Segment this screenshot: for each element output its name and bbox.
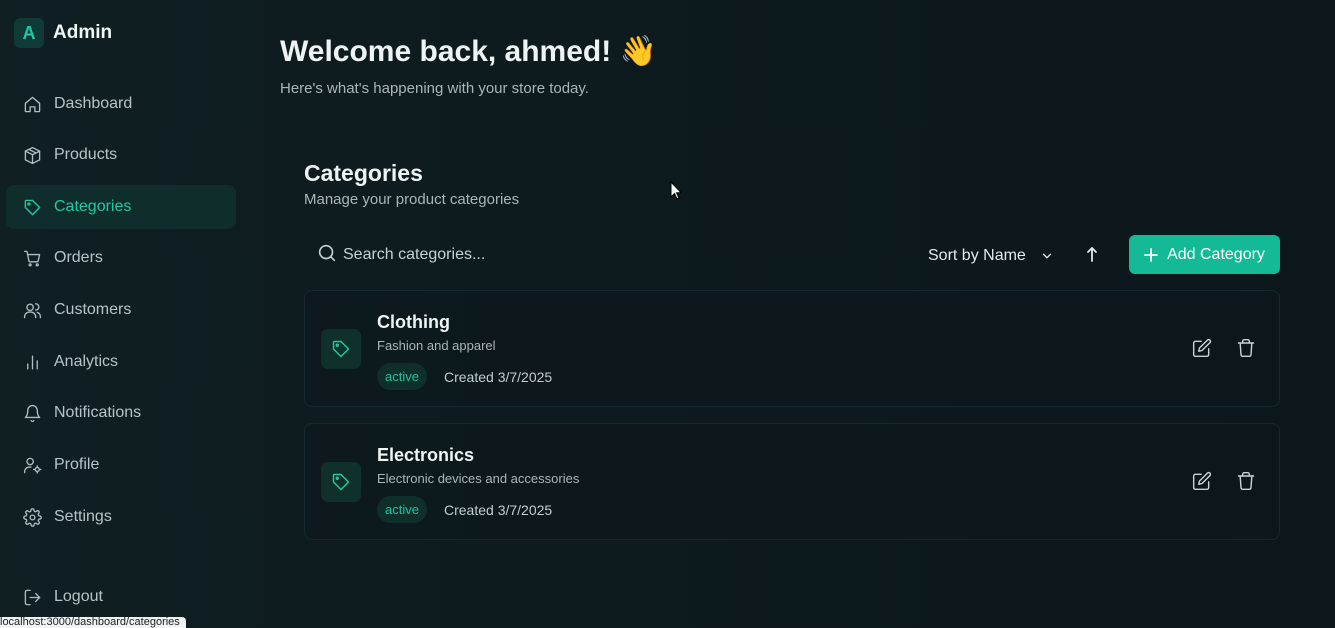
add-category-button[interactable]: Add Category [1129, 235, 1280, 274]
category-card: Clothing Fashion and apparel active Crea… [304, 290, 1280, 407]
cart-icon [22, 248, 42, 268]
tag-icon [321, 462, 361, 502]
sort-select[interactable]: Sort by Name [918, 238, 1054, 274]
sidebar-item-profile[interactable]: Profile [6, 443, 236, 487]
add-category-label: Add Category [1167, 245, 1265, 263]
logout-icon [22, 587, 42, 607]
sort-direction-button[interactable] [1078, 238, 1106, 274]
sidebar: A Admin Dashboard Products Categories Or… [0, 0, 250, 628]
tag-icon [321, 329, 361, 369]
bell-icon [22, 403, 42, 423]
category-description: Electronic devices and accessories [377, 471, 580, 486]
status-badge: active [377, 363, 427, 390]
page-title: Categories [304, 160, 423, 186]
sidebar-item-label: Categories [54, 198, 132, 215]
sidebar-item-label: Orders [54, 249, 103, 266]
brand-logo: A [14, 18, 44, 48]
edit-icon [1192, 471, 1212, 496]
sidebar-item-label: Customers [54, 301, 132, 318]
user-cog-icon [22, 455, 42, 475]
search-input[interactable] [343, 246, 703, 264]
tag-icon [22, 197, 42, 217]
sidebar-item-notifications[interactable]: Notifications [6, 391, 236, 435]
sidebar-item-categories[interactable]: Categories [6, 185, 236, 229]
sidebar-item-settings[interactable]: Settings [6, 495, 236, 539]
trash-icon [1236, 338, 1256, 363]
search-box [304, 236, 724, 274]
delete-button[interactable] [1234, 471, 1258, 495]
brand[interactable]: A Admin [14, 18, 112, 48]
delete-button[interactable] [1234, 338, 1258, 362]
app-root: A Admin Dashboard Products Categories Or… [0, 0, 1335, 628]
arrow-up-icon [1085, 246, 1099, 267]
gear-icon [22, 507, 42, 527]
status-url: localhost:3000/dashboard/categories [0, 617, 186, 628]
sidebar-item-label: Products [54, 146, 118, 163]
created-date: Created 3/7/2025 [444, 502, 553, 518]
edit-button[interactable] [1190, 471, 1214, 495]
home-icon [22, 94, 42, 114]
bar-chart-icon [22, 352, 42, 372]
brand-name: Admin [53, 22, 113, 43]
status-badge: active [377, 496, 427, 523]
chevron-down-icon [1040, 249, 1054, 263]
trash-icon [1236, 471, 1256, 496]
page-subtitle: Manage your product categories [304, 191, 520, 208]
logout-label: Logout [54, 588, 103, 605]
sidebar-item-label: Notifications [54, 404, 142, 421]
category-card: Electronics Electronic devices and acces… [304, 423, 1280, 540]
mouse-cursor-icon [670, 181, 682, 200]
sidebar-item-customers[interactable]: Customers [6, 288, 236, 332]
category-name: Clothing [377, 312, 450, 332]
created-date: Created 3/7/2025 [444, 369, 553, 385]
sidebar-item-dashboard[interactable]: Dashboard [6, 82, 236, 126]
sidebar-item-label: Settings [54, 508, 112, 525]
search-icon [316, 242, 338, 269]
users-icon [22, 300, 42, 320]
sidebar-item-label: Profile [54, 456, 100, 473]
category-name: Electronics [377, 445, 475, 465]
sidebar-item-label: Dashboard [54, 95, 133, 112]
sidebar-item-products[interactable]: Products [6, 133, 236, 177]
logout-button[interactable]: Logout [6, 575, 236, 619]
sidebar-item-analytics[interactable]: Analytics [6, 340, 236, 384]
plus-icon [1144, 247, 1158, 262]
edit-button[interactable] [1190, 338, 1214, 362]
sort-label: Sort by Name [928, 247, 1026, 264]
category-description: Fashion and apparel [377, 338, 496, 353]
welcome-title: Welcome back, ahmed! 👋 [280, 35, 657, 68]
sidebar-item-label: Analytics [54, 353, 119, 370]
edit-icon [1192, 338, 1212, 363]
welcome-subtitle: Here's what's happening with your store … [280, 80, 589, 97]
box-icon [22, 145, 42, 165]
sidebar-item-orders[interactable]: Orders [6, 236, 236, 280]
